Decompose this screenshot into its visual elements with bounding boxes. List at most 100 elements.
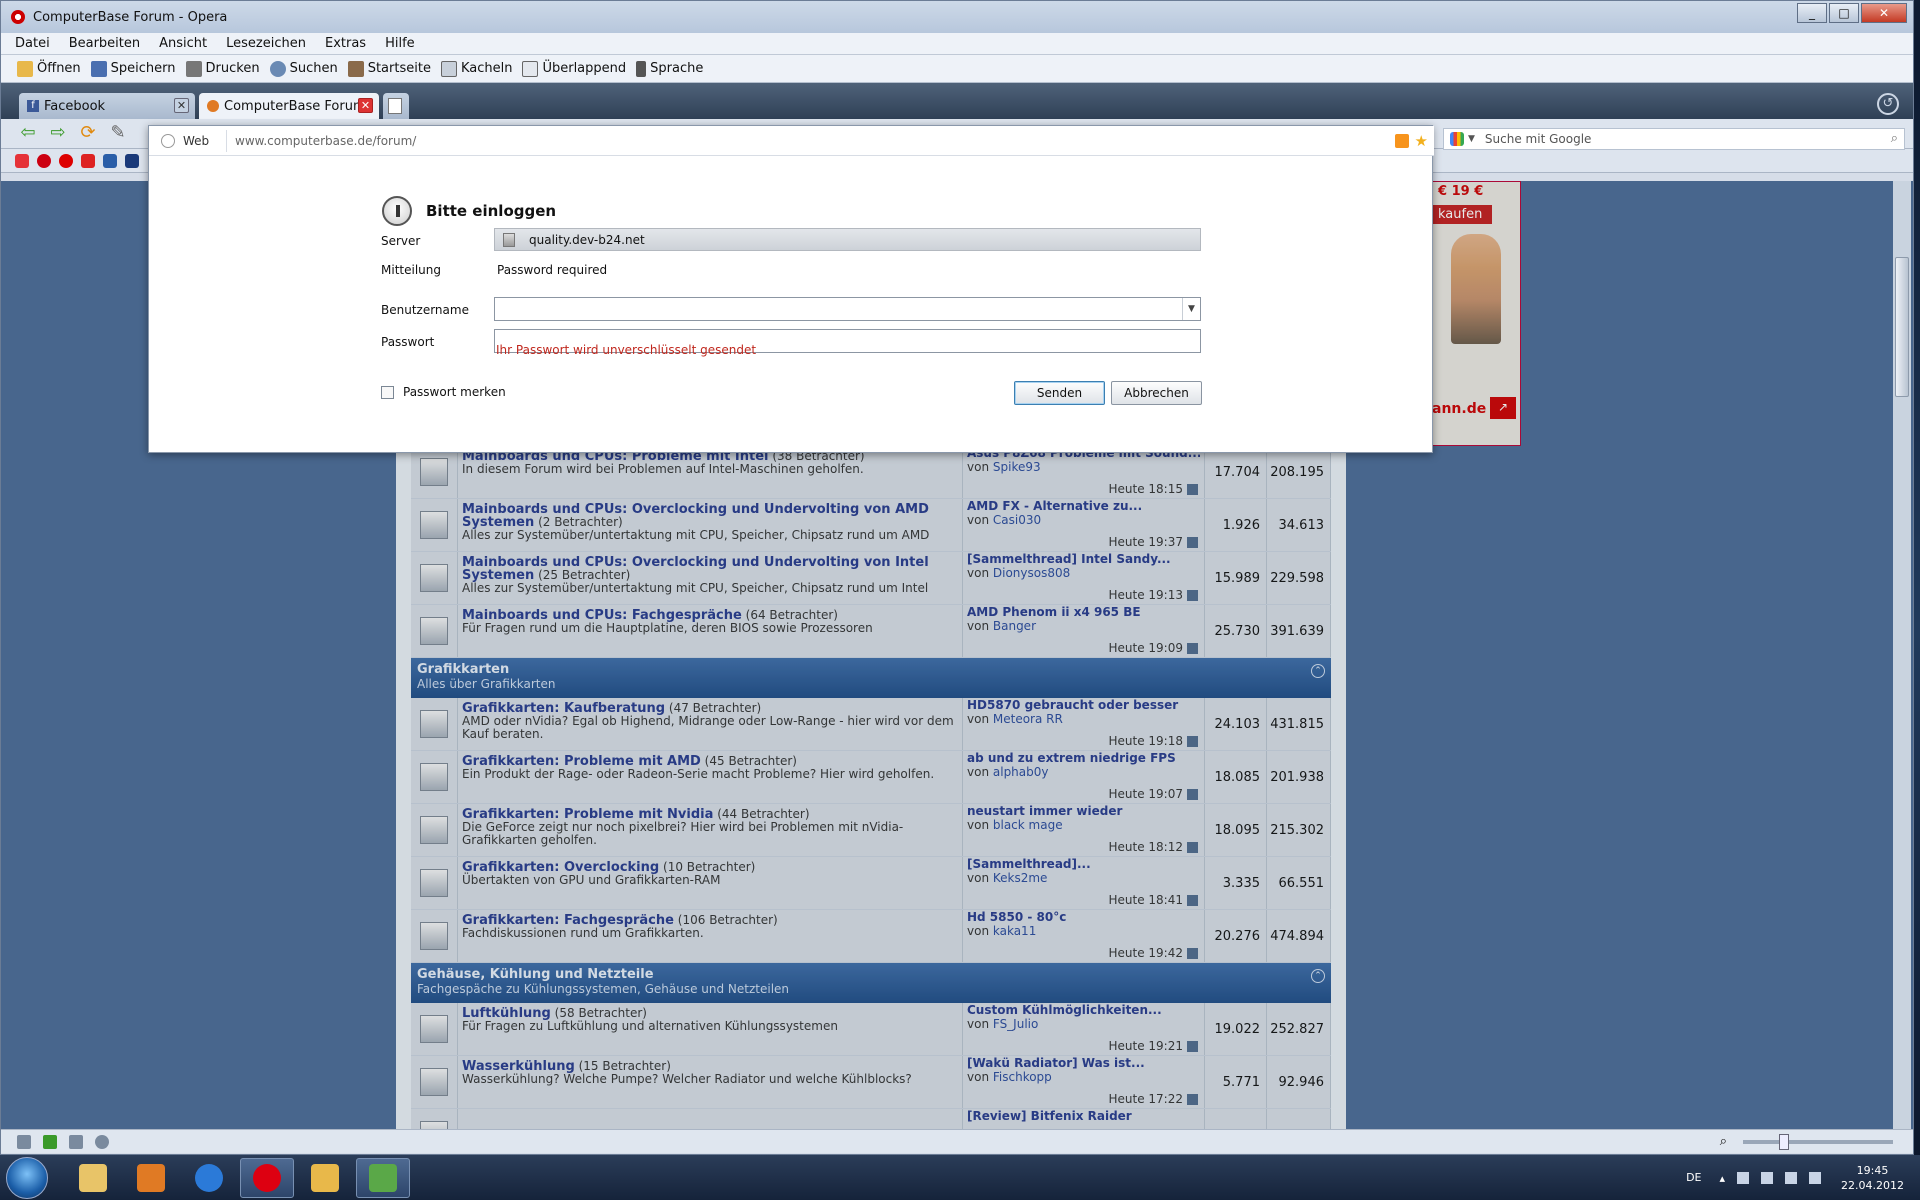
search-button[interactable]: Suchen bbox=[269, 60, 338, 77]
bookmark-icon-2[interactable] bbox=[37, 153, 51, 168]
tab-facebook-label: Facebook bbox=[44, 98, 106, 114]
search-label: Suchen bbox=[289, 61, 338, 76]
search-engine-dropdown-icon[interactable]: ▼ bbox=[1468, 134, 1475, 144]
facebook-icon: f bbox=[27, 100, 39, 112]
new-tab-icon bbox=[388, 98, 402, 114]
tile-icon bbox=[440, 60, 457, 77]
tile-button[interactable]: Kacheln bbox=[440, 60, 512, 77]
save-label: Speichern bbox=[110, 61, 176, 76]
folder-icon bbox=[17, 60, 33, 77]
print-button[interactable]: Drucken bbox=[185, 60, 260, 77]
username-label: Benutzername bbox=[381, 303, 469, 317]
message-value: Password required bbox=[497, 263, 608, 277]
message-label: Mitteilung bbox=[381, 263, 441, 277]
back-icon[interactable]: ⇦ bbox=[17, 122, 39, 145]
close-tab-computerbase-button[interactable]: ✕ bbox=[358, 98, 373, 113]
maximize-button[interactable]: □ bbox=[1829, 3, 1859, 23]
password-label: Passwort bbox=[381, 335, 435, 349]
network-icon[interactable] bbox=[1785, 1171, 1798, 1184]
new-tab-button[interactable] bbox=[383, 93, 409, 119]
flag-icon[interactable] bbox=[1737, 1171, 1750, 1184]
clock[interactable]: 19:45 22.04.2012 bbox=[1841, 1163, 1904, 1193]
ebay-icon[interactable] bbox=[15, 153, 29, 168]
close-window-button[interactable]: ✕ bbox=[1861, 3, 1907, 23]
star-icon[interactable]: ★ bbox=[1415, 132, 1428, 150]
printer-icon bbox=[185, 60, 202, 77]
menu-datei[interactable]: Datei bbox=[15, 36, 50, 51]
taskbar-internet-explorer[interactable] bbox=[182, 1158, 236, 1198]
taskbar-app-5[interactable] bbox=[298, 1158, 352, 1198]
unencrypted-warning: Ihr Passwort wird unverschlüsselt gesend… bbox=[496, 343, 757, 357]
speed-dial-icon[interactable] bbox=[43, 1134, 57, 1149]
minimize-button[interactable]: _ bbox=[1797, 3, 1827, 23]
show-hidden-icons-icon[interactable]: ▴ bbox=[1719, 1172, 1725, 1185]
reload-icon[interactable]: ⟳ bbox=[77, 122, 99, 145]
panel-toggle-icon[interactable] bbox=[17, 1134, 31, 1149]
taskbar-app-6[interactable] bbox=[356, 1157, 410, 1198]
open-button[interactable]: Öffnen bbox=[17, 60, 81, 77]
username-field[interactable]: ▼ bbox=[494, 297, 1201, 321]
address-mode[interactable]: Web bbox=[149, 129, 227, 152]
voice-button[interactable]: Sprache bbox=[636, 60, 703, 77]
bookmark-icon-6[interactable] bbox=[125, 153, 139, 168]
checkbox-icon[interactable] bbox=[381, 385, 394, 399]
menu-lesezeichen[interactable]: Lesezeichen bbox=[226, 36, 306, 51]
globe-icon bbox=[161, 133, 175, 148]
bookmark-icon-4[interactable] bbox=[81, 153, 95, 168]
search-icon[interactable]: ⌕ bbox=[1891, 131, 1898, 146]
taskbar-explorer[interactable] bbox=[66, 1158, 120, 1198]
zoom-control: ⌕ bbox=[1720, 1133, 1893, 1150]
menu-ansicht[interactable]: Ansicht bbox=[159, 36, 207, 51]
microphone-icon bbox=[636, 60, 647, 77]
ie-icon bbox=[195, 1163, 223, 1192]
zoom-slider[interactable] bbox=[1743, 1133, 1893, 1150]
floppy-icon bbox=[90, 60, 107, 77]
rss-icon[interactable] bbox=[1394, 133, 1409, 148]
magnifier-icon bbox=[269, 60, 286, 77]
title-bar[interactable]: ComputerBase Forum - Opera _ □ ✕ bbox=[1, 1, 1913, 33]
cascade-button[interactable]: Überlappend bbox=[522, 60, 626, 77]
scrollbar-thumb[interactable] bbox=[1895, 257, 1909, 397]
lock-icon bbox=[503, 232, 515, 247]
tab-bar: f Facebook ✕ ComputerBase Forum ✕ ↺ bbox=[1, 83, 1913, 119]
language-indicator[interactable]: DE bbox=[1686, 1171, 1701, 1184]
cascade-icon bbox=[522, 60, 539, 77]
taskbar-opera[interactable] bbox=[240, 1157, 294, 1198]
server-field: quality.dev-b24.net bbox=[494, 228, 1201, 251]
zoom-slider-knob[interactable] bbox=[1779, 1133, 1789, 1150]
login-form: Bitte einloggen Server quality.dev-b24.n… bbox=[149, 156, 1434, 454]
address-input[interactable]: www.computerbase.de/forum/ bbox=[227, 134, 1395, 148]
taskbar-media-player[interactable] bbox=[124, 1158, 178, 1198]
zoom-magnifier-icon[interactable]: ⌕ bbox=[1720, 1134, 1727, 1149]
opera-logo-icon bbox=[11, 10, 25, 24]
menu-bearbeiten[interactable]: Bearbeiten bbox=[69, 36, 140, 51]
vertical-scrollbar[interactable] bbox=[1893, 181, 1911, 1129]
tab-computerbase[interactable]: ComputerBase Forum ✕ bbox=[199, 93, 379, 119]
clock-time: 19:45 bbox=[1856, 1163, 1889, 1177]
send-button[interactable]: Senden bbox=[1014, 381, 1105, 405]
print-label: Drucken bbox=[205, 61, 260, 76]
cancel-button[interactable]: Abbrechen bbox=[1111, 381, 1202, 405]
home-button[interactable]: Startseite bbox=[347, 60, 431, 77]
remember-password-checkbox[interactable]: Passwort merken bbox=[381, 385, 506, 399]
bookmark-icon-3[interactable] bbox=[59, 153, 73, 168]
close-tab-facebook-button[interactable]: ✕ bbox=[174, 98, 189, 113]
turbo-icon[interactable] bbox=[95, 1134, 109, 1149]
start-button[interactable] bbox=[6, 1156, 48, 1199]
closed-tabs-icon[interactable]: ↺ bbox=[1877, 93, 1899, 115]
power-icon[interactable] bbox=[1761, 1171, 1774, 1184]
chevron-down-icon[interactable]: ▼ bbox=[1182, 298, 1200, 320]
forward-icon[interactable]: ⇨ bbox=[47, 122, 69, 145]
window-title: ComputerBase Forum - Opera bbox=[33, 9, 228, 25]
menu-hilfe[interactable]: Hilfe bbox=[385, 36, 415, 51]
unite-icon[interactable] bbox=[69, 1134, 83, 1149]
opera-icon bbox=[253, 1163, 281, 1192]
save-button[interactable]: Speichern bbox=[90, 60, 176, 77]
menu-extras[interactable]: Extras bbox=[325, 36, 366, 51]
volume-icon[interactable] bbox=[1809, 1171, 1822, 1184]
edit-icon[interactable]: ✎ bbox=[107, 122, 129, 145]
house-icon bbox=[347, 60, 364, 77]
bookmark-icon-5[interactable] bbox=[103, 153, 117, 168]
search-input[interactable]: ▼ Suche mit Google ⌕ bbox=[1443, 128, 1905, 150]
tab-facebook[interactable]: f Facebook ✕ bbox=[19, 93, 195, 119]
